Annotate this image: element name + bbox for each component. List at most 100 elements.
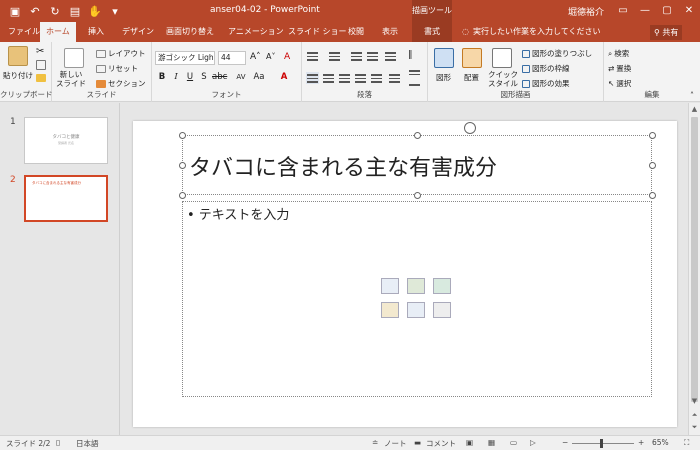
tab-transitions[interactable]: 画面切り替え <box>160 22 220 42</box>
italic-icon[interactable]: I <box>170 71 182 84</box>
prev-slide-icon[interactable]: ⏶ <box>689 409 700 421</box>
tab-design[interactable]: デザイン <box>116 22 160 42</box>
resize-handle[interactable] <box>179 192 186 199</box>
format-painter-icon[interactable] <box>36 74 46 82</box>
bold-icon[interactable]: B <box>156 71 168 84</box>
slideshow-view-icon[interactable]: ▷ <box>530 438 536 447</box>
reset-button[interactable]: リセット <box>96 63 138 74</box>
present-icon[interactable]: ▤ <box>68 3 82 19</box>
numbering-icon[interactable] <box>328 50 341 62</box>
rotate-handle-icon[interactable] <box>464 122 476 134</box>
section-button[interactable]: セクション <box>96 78 146 89</box>
slide-sorter-icon[interactable]: ▦ <box>488 438 495 447</box>
scroll-down-icon[interactable]: ▼ <box>689 395 700 407</box>
zoom-in-icon[interactable]: + <box>638 438 644 447</box>
smartart-icon[interactable] <box>433 278 451 294</box>
resize-handle[interactable] <box>414 132 421 139</box>
zoom-out-icon[interactable]: − <box>562 438 568 447</box>
maximize-icon[interactable]: ▢ <box>656 0 678 22</box>
arrange-icon[interactable] <box>462 48 482 68</box>
slide-thumbnail-2[interactable]: タバコに含まれる主な有害成分 <box>24 175 108 222</box>
touch-mode-icon[interactable]: ✋ <box>88 3 102 19</box>
online-picture-icon[interactable] <box>407 302 425 318</box>
shape-fill-button[interactable]: 図形の塗りつぶし <box>522 48 592 59</box>
reading-view-icon[interactable]: ▭ <box>510 438 517 447</box>
copy-icon[interactable] <box>36 60 46 70</box>
close-icon[interactable]: ✕ <box>678 0 700 22</box>
zoom-slider-knob[interactable] <box>600 439 603 448</box>
vertical-scrollbar[interactable]: ▲ ▼ ⏶ ⏷ <box>688 103 700 435</box>
undo-icon[interactable]: ↶ <box>28 3 42 19</box>
spellcheck-icon[interactable]: ▯ <box>56 438 60 447</box>
find-button[interactable]: ⌕ 検索 <box>608 48 629 59</box>
arrange-button[interactable]: 配置 <box>464 72 479 83</box>
font-family-select[interactable]: 游ゴシック Ligh <box>155 51 215 65</box>
text-direction-icon[interactable]: ‖ <box>408 49 421 61</box>
content-bullet-text[interactable]: • テキストを入力 <box>187 204 289 223</box>
change-case-icon[interactable]: Aa <box>252 71 266 84</box>
shrink-font-icon[interactable]: A˅ <box>266 52 275 61</box>
tab-format[interactable]: 書式 <box>412 22 452 42</box>
language[interactable]: 日本語 <box>76 438 99 449</box>
share-button[interactable]: ⚲ 共有 <box>650 25 683 40</box>
collapse-ribbon-icon[interactable]: ˄ <box>690 91 694 100</box>
increase-indent-icon[interactable] <box>366 50 379 62</box>
tab-view[interactable]: 表示 <box>376 22 404 42</box>
strikethrough-icon[interactable]: abc <box>212 71 227 84</box>
align-center-icon[interactable] <box>322 72 335 84</box>
slide-thumbnail-1[interactable]: タバコと健康 受講者 氏名 <box>24 117 108 164</box>
bullets-icon[interactable] <box>306 50 319 62</box>
layout-button[interactable]: レイアウト <box>96 48 146 59</box>
scroll-thumb[interactable] <box>691 117 698 402</box>
new-slide-icon[interactable] <box>64 48 84 68</box>
font-color-icon[interactable]: A <box>278 71 290 84</box>
resize-handle[interactable] <box>414 192 421 199</box>
new-slide-button[interactable]: 新しい スライド <box>56 70 86 88</box>
zoom-level[interactable]: 65% <box>652 438 669 447</box>
paste-icon[interactable] <box>8 46 28 66</box>
distribute-icon[interactable] <box>370 72 383 84</box>
resize-handle[interactable] <box>179 132 186 139</box>
cut-icon[interactable]: ✂ <box>36 46 48 58</box>
columns-icon[interactable] <box>388 72 401 84</box>
tell-me-box[interactable]: ◌ 実行したい作業を入力してください <box>462 26 601 37</box>
paste-button[interactable]: 貼り付け <box>3 70 33 81</box>
minimize-icon[interactable]: — <box>634 0 656 22</box>
line-spacing-icon[interactable] <box>384 50 397 62</box>
align-right-icon[interactable] <box>338 72 351 84</box>
align-text-icon[interactable] <box>408 68 421 80</box>
quick-styles-icon[interactable] <box>492 48 512 68</box>
title-placeholder[interactable]: タバコに含まれる主な有害成分 <box>179 122 656 199</box>
save-icon[interactable]: ▣ <box>8 3 22 19</box>
shadow-icon[interactable]: S <box>198 71 210 84</box>
ribbon-display-icon[interactable]: ▭ <box>612 0 634 22</box>
resize-handle[interactable] <box>179 162 186 169</box>
chart-icon[interactable] <box>407 278 425 294</box>
slide-title[interactable]: タバコに含まれる主な有害成分 <box>189 150 497 182</box>
underline-icon[interactable]: U <box>184 71 196 84</box>
notes-button[interactable]: ノート <box>384 438 407 449</box>
tab-review[interactable]: 校閲 <box>342 22 370 42</box>
scroll-up-icon[interactable]: ▲ <box>689 103 700 115</box>
video-icon[interactable] <box>433 302 451 318</box>
user-name[interactable]: 堀德裕介 <box>568 5 604 18</box>
shape-effects-button[interactable]: 図形の効果 <box>522 78 570 89</box>
shapes-icon[interactable] <box>434 48 454 68</box>
table-icon[interactable] <box>381 278 399 294</box>
slide-canvas[interactable]: タバコに含まれる主な有害成分 • テキストを入力 <box>133 121 677 427</box>
tab-insert[interactable]: 挿入 <box>82 22 110 42</box>
customize-qat-icon[interactable]: ▾ <box>108 3 122 19</box>
justify-icon[interactable] <box>354 72 367 84</box>
replace-button[interactable]: ⇄ 置換 <box>608 63 631 74</box>
decrease-indent-icon[interactable] <box>350 50 363 62</box>
picture-icon[interactable] <box>381 302 399 318</box>
shapes-button[interactable]: 図形 <box>436 72 451 83</box>
next-slide-icon[interactable]: ⏷ <box>689 421 700 433</box>
align-left-icon[interactable] <box>306 72 319 84</box>
fit-to-window-icon[interactable]: ⛶ <box>684 438 689 448</box>
quick-styles-button[interactable]: クイック スタイル <box>488 70 518 88</box>
shape-outline-button[interactable]: 図形の枠線 <box>522 63 570 74</box>
resize-handle[interactable] <box>649 132 656 139</box>
resize-handle[interactable] <box>649 192 656 199</box>
clear-format-icon[interactable]: A <box>284 52 290 62</box>
